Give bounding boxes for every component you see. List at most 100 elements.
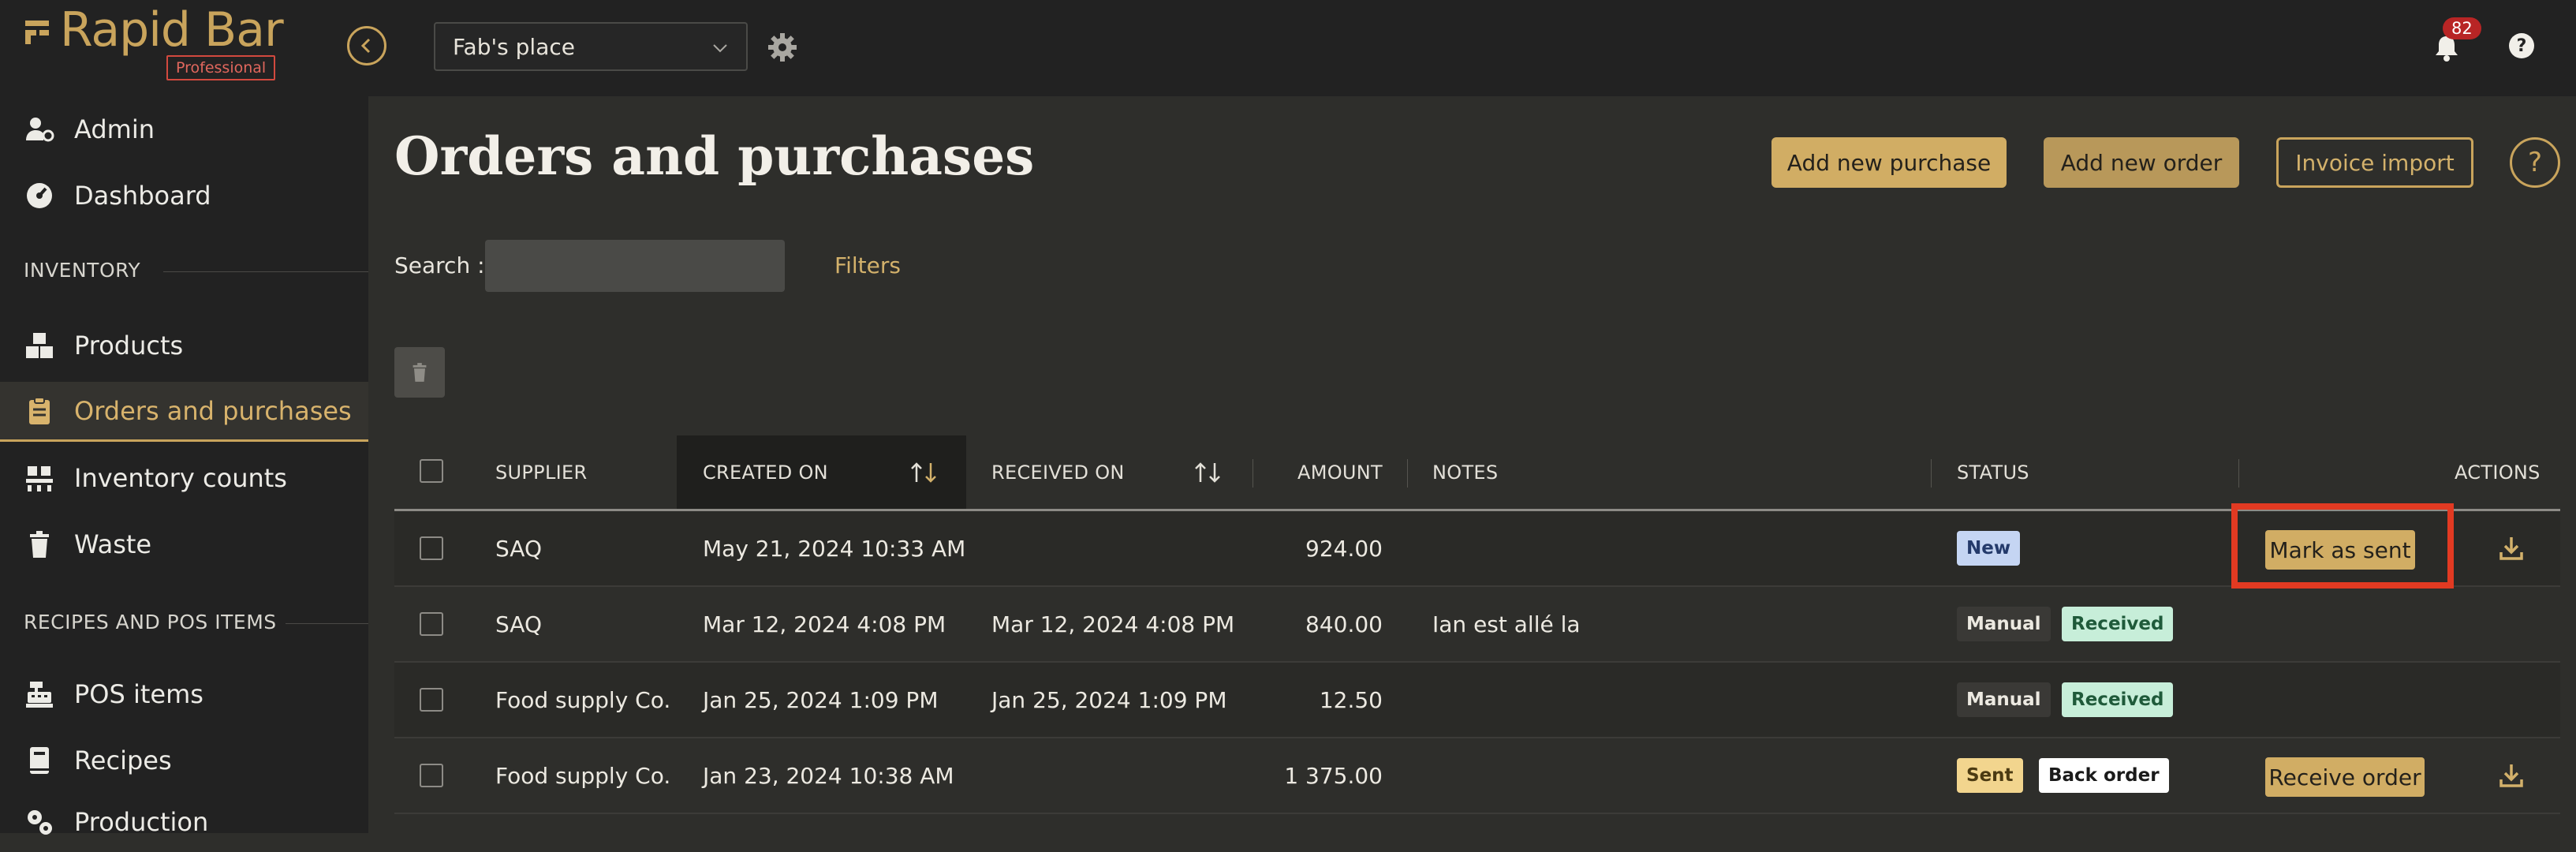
status-badge-manual: Manual [1957, 682, 2051, 717]
column-separator [1931, 459, 1932, 488]
row-checkbox[interactable] [420, 764, 443, 787]
column-header-received-on[interactable]: RECEIVED ON [991, 435, 1125, 509]
amount-cell: 1 375.00 [1284, 762, 1383, 789]
sort-icon[interactable] [1193, 461, 1224, 484]
column-separator [1407, 459, 1408, 488]
sidebar-item-label: Orders and purchases [74, 395, 352, 426]
trash-icon [413, 363, 427, 382]
notes-cell: Ian est allé la [1432, 611, 1581, 637]
sidebar-item-inventory-counts[interactable]: Inventory counts [0, 448, 368, 508]
column-header-actions: ACTIONS [2455, 461, 2541, 484]
column-header-notes: NOTES [1432, 461, 1499, 484]
search-input[interactable] [485, 240, 785, 292]
add-new-order-button[interactable]: Add new order [2044, 137, 2239, 188]
svg-text:?: ? [2517, 36, 2527, 56]
venue-select[interactable]: Fab's place [434, 22, 748, 71]
edition-badge: Professional [166, 55, 276, 80]
amount-cell: 12.50 [1319, 686, 1383, 713]
received-on-cell: Jan 25, 2024 1:09 PM [991, 686, 1227, 713]
sidebar-item-label: Inventory counts [74, 463, 287, 493]
sidebar-item-production[interactable]: Production [0, 792, 368, 852]
sidebar-item-label: Admin [74, 114, 155, 144]
sidebar-item-label: Recipes [74, 746, 172, 775]
logo-text: Rapid Bar [60, 2, 284, 58]
row-checkbox[interactable] [420, 612, 443, 636]
clipboard-icon [24, 395, 55, 427]
supplier-cell: Food supply Co. [495, 762, 671, 789]
sidebar-item-label: Products [74, 331, 184, 361]
column-header-amount: AMOUNT [1297, 461, 1383, 484]
supplier-cell: Food supply Co. [495, 686, 671, 713]
received-on-cell: Mar 12, 2024 4:08 PM [991, 611, 1235, 637]
page-title: Orders and purchases [394, 125, 1035, 187]
filters-link[interactable]: Filters [834, 252, 901, 278]
created-on-cell: Jan 25, 2024 1:09 PM [703, 686, 939, 713]
select-all-checkbox[interactable] [420, 459, 443, 483]
sidebar-item-products[interactable]: Products [0, 316, 368, 376]
section-divider [286, 623, 368, 624]
notification-count-badge: 82 [2443, 17, 2481, 39]
add-new-purchase-button[interactable]: Add new purchase [1771, 137, 2007, 188]
receive-order-button[interactable]: Receive order [2265, 757, 2425, 797]
book-icon [24, 745, 55, 776]
sidebar-item-dashboard[interactable]: Dashboard [0, 166, 368, 226]
download-icon[interactable] [2498, 535, 2525, 562]
gear-icon[interactable] [767, 32, 798, 63]
trash-icon [24, 529, 55, 560]
logo-mark-icon [25, 21, 49, 44]
status-badge-sent: Sent [1957, 758, 2023, 793]
sidebar-item-admin[interactable]: Admin [0, 99, 368, 159]
supplier-cell: SAQ [495, 611, 542, 637]
column-separator [2238, 459, 2239, 488]
admin-icon [24, 114, 55, 145]
pallet-icon [24, 462, 55, 494]
sidebar-item-label: Production [74, 807, 209, 837]
column-header-created-on[interactable]: CREATED ON [703, 435, 828, 509]
chevron-left-icon [360, 38, 371, 54]
sidebar-item-label: Dashboard [74, 181, 211, 211]
search-label: Search : [394, 252, 485, 278]
table-row[interactable]: Food supply Co. Jan 23, 2024 10:38 AM 1 … [394, 738, 2560, 814]
amount-cell: 840.00 [1305, 611, 1383, 637]
download-icon[interactable] [2498, 762, 2525, 789]
sidebar-item-label: POS items [74, 679, 203, 709]
sort-icon[interactable] [909, 461, 940, 484]
column-header-status: STATUS [1957, 461, 2029, 484]
supplier-cell: SAQ [495, 535, 542, 562]
back-button[interactable] [347, 26, 386, 65]
status-badge-back-order: Back order [2039, 758, 2169, 793]
sidebar-item-waste[interactable]: Waste [0, 514, 368, 574]
invoice-import-button[interactable]: Invoice import [2276, 137, 2473, 188]
dashboard-icon [24, 180, 55, 211]
app-logo[interactable]: Rapid Bar [24, 2, 284, 58]
row-checkbox[interactable] [420, 536, 443, 560]
created-on-cell: May 21, 2024 10:33 AM [703, 535, 966, 562]
status-badge-manual: Manual [1957, 607, 2051, 641]
amount-cell: 924.00 [1305, 535, 1383, 562]
status-badge-received: Received [2062, 682, 2174, 717]
sidebar-item-recipes[interactable]: Recipes [0, 731, 368, 790]
sidebar: Admin Dashboard INVENTORY Products Order… [0, 96, 368, 837]
row-checkbox[interactable] [420, 688, 443, 712]
help-icon[interactable]: ? [2506, 30, 2537, 62]
annotation-highlight-box [2231, 503, 2454, 589]
sidebar-item-orders-and-purchases[interactable]: Orders and purchases [0, 382, 368, 442]
top-bar: Rapid Bar Professional Fab's place 82 ? [0, 0, 2576, 96]
status-badge-new: New [1957, 531, 2021, 566]
column-header-supplier[interactable]: SUPPLIER [495, 435, 587, 509]
section-divider [163, 271, 368, 272]
boxes-icon [24, 330, 55, 361]
cash-register-icon [24, 678, 55, 710]
section-inventory-label: INVENTORY [24, 259, 141, 282]
section-recipes-label: RECIPES AND POS ITEMS [24, 611, 277, 633]
chevron-down-icon [713, 44, 727, 53]
page-help-button[interactable]: ? [2510, 137, 2560, 188]
table-row[interactable]: SAQ Mar 12, 2024 4:08 PM Mar 12, 2024 4:… [394, 587, 2560, 663]
table-row[interactable]: Food supply Co. Jan 25, 2024 1:09 PM Jan… [394, 663, 2560, 738]
table-header: SUPPLIER CREATED ON RECEIVED ON AMOUNT N… [394, 435, 2560, 511]
status-badge-received: Received [2062, 607, 2174, 641]
bulk-delete-button[interactable] [394, 347, 445, 398]
sidebar-item-pos-items[interactable]: POS items [0, 664, 368, 724]
production-icon [24, 806, 55, 838]
created-on-cell: Jan 23, 2024 10:38 AM [703, 762, 954, 789]
